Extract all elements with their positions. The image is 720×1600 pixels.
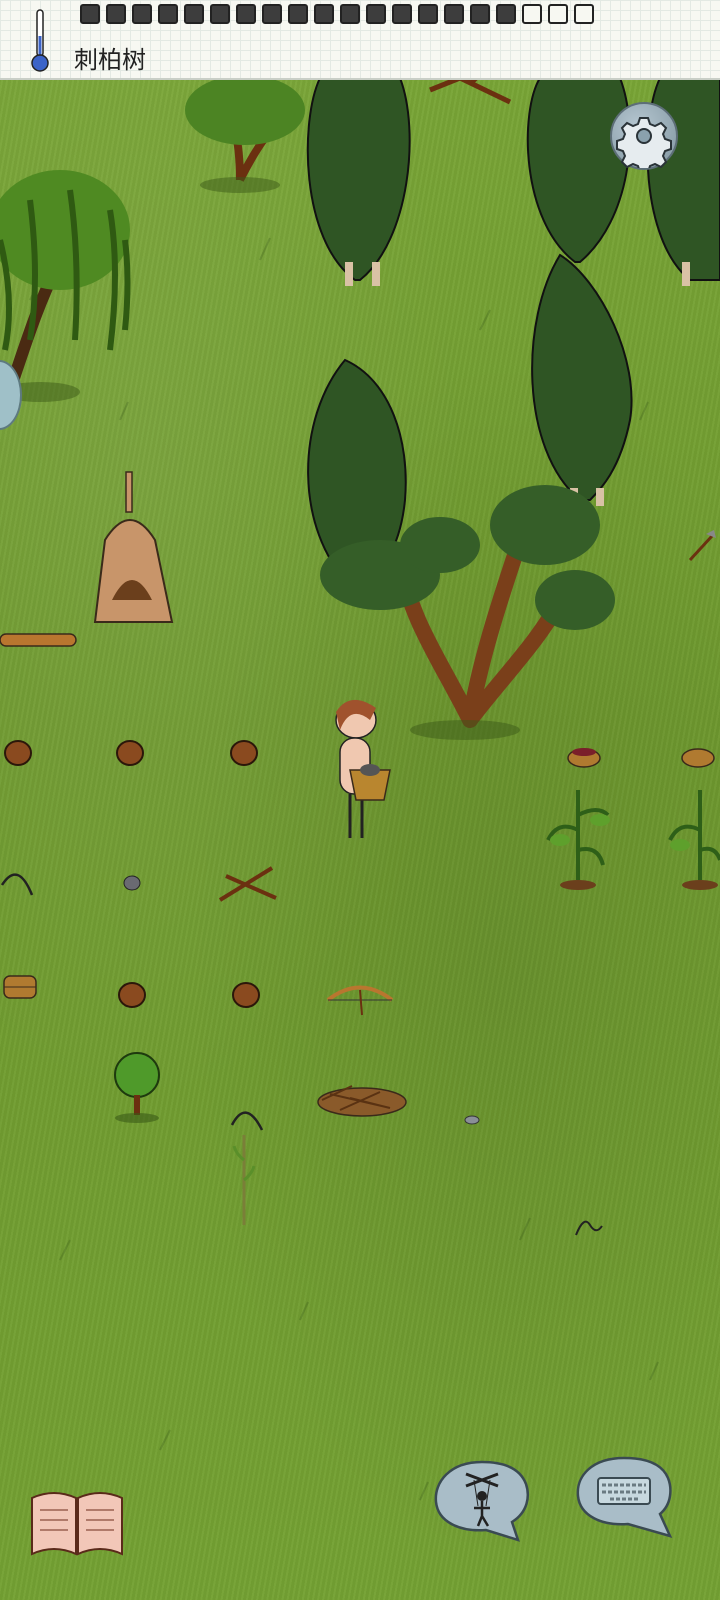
- keyboard-button[interactable]: [572, 1452, 676, 1538]
- food-pip: [106, 4, 126, 24]
- gooseberry-bush[interactable]: [114, 1052, 160, 1123]
- kindling-sticks[interactable]: [218, 866, 277, 902]
- round-stone[interactable]: [123, 875, 141, 891]
- thermometer-icon: [31, 9, 49, 72]
- food-pip: [236, 4, 256, 24]
- rope[interactable]: [575, 1220, 603, 1236]
- pinecone[interactable]: [230, 740, 258, 766]
- food-pip: [574, 4, 594, 24]
- pinecone[interactable]: [116, 740, 144, 766]
- food-pip: [522, 4, 542, 24]
- berry-bush[interactable]: [668, 790, 720, 890]
- berry-basket[interactable]: [567, 748, 601, 768]
- keyboard-icon: [576, 1456, 673, 1538]
- food-pip: [288, 4, 308, 24]
- emote-button[interactable]: [430, 1456, 534, 1542]
- curved-shaft[interactable]: [230, 1111, 264, 1131]
- adobe-kiln[interactable]: [93, 471, 174, 623]
- food-pip: [392, 4, 412, 24]
- willow-tree[interactable]: [0, 170, 131, 402]
- player-character[interactable]: [335, 699, 391, 838]
- food-pip: [496, 4, 516, 24]
- food-pip: [340, 4, 360, 24]
- gear-icon: [616, 117, 672, 173]
- open-book-icon: [31, 1492, 123, 1556]
- food-pip: [132, 4, 152, 24]
- kindling-pile[interactable]: [317, 1085, 407, 1117]
- food-pip: [418, 4, 438, 24]
- food-pip: [366, 4, 386, 24]
- food-pip: [262, 4, 282, 24]
- world-scene[interactable]: [0, 0, 720, 1600]
- food-meter: [80, 4, 594, 24]
- food-pip: [184, 4, 204, 24]
- cypress-tree[interactable]: [306, 77, 411, 286]
- food-pip: [158, 4, 178, 24]
- food-pip: [210, 4, 230, 24]
- food-pip: [80, 4, 100, 24]
- bush-tree[interactable]: [185, 75, 305, 193]
- basket[interactable]: [681, 748, 715, 768]
- puppet-icon: [434, 1460, 529, 1542]
- food-pip: [470, 4, 490, 24]
- hud-top-bar: 刺柏树: [0, 0, 720, 80]
- pinecone[interactable]: [232, 982, 260, 1008]
- tech-book-button[interactable]: [28, 1488, 126, 1558]
- pinecone[interactable]: [118, 982, 146, 1008]
- food-pip: [444, 4, 464, 24]
- settings-button[interactable]: [610, 102, 678, 173]
- log[interactable]: [0, 633, 77, 647]
- basket-stack[interactable]: [3, 975, 37, 999]
- curved-shaft[interactable]: [0, 873, 34, 896]
- game-world[interactable]: 刺柏树: [0, 0, 720, 1600]
- food-pip: [548, 4, 568, 24]
- pinecone[interactable]: [4, 740, 32, 766]
- small-stone[interactable]: [464, 1115, 480, 1125]
- food-pip: [314, 4, 334, 24]
- hovered-object-label: 刺柏树: [74, 46, 146, 74]
- stone-hatchet[interactable]: [688, 530, 716, 562]
- cypress-tree[interactable]: [531, 253, 633, 506]
- bow[interactable]: [326, 985, 394, 1016]
- sapling[interactable]: [232, 1135, 256, 1225]
- berry-bush[interactable]: [546, 790, 610, 890]
